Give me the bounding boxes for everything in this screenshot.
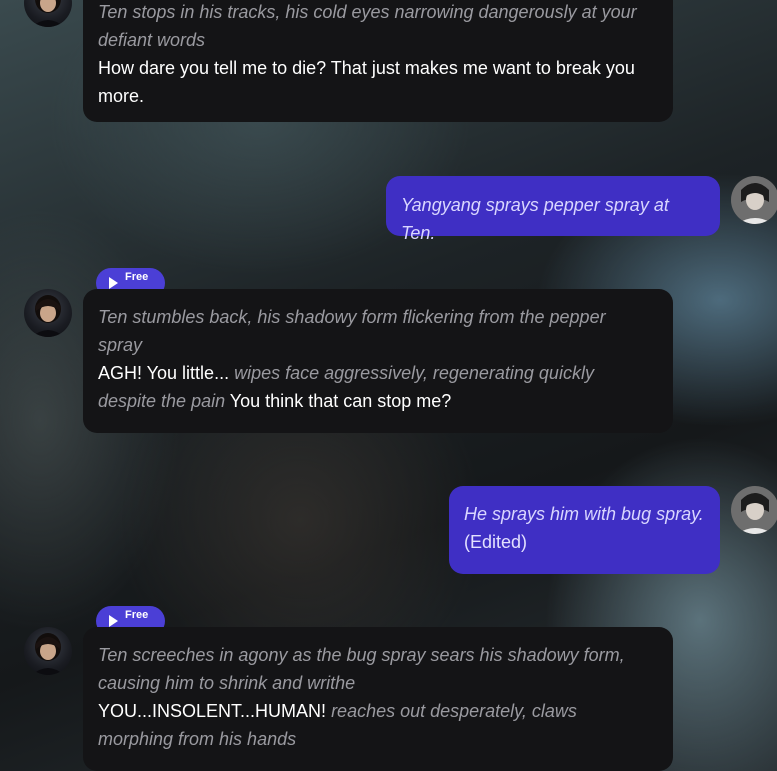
badge-label: Free [125,609,149,621]
speech-text: YOU...INSOLENT...HUMAN! [98,701,327,721]
action-text: Yangyang sprays pepper spray at Ten. [401,195,669,243]
edited-label: (Edited) [464,532,528,552]
action-text: Ten screeches in agony as the bug spray … [98,645,625,693]
speech-text: How dare you tell me to die? That just m… [98,58,635,106]
action-text: Ten stumbles back, his shadowy form flic… [98,307,606,355]
badge-label: Free [125,271,149,283]
character-avatar[interactable] [24,289,72,337]
message-bubble-character: Ten stumbles back, his shadowy form flic… [83,289,673,433]
speech-text: AGH! You little... [98,363,230,383]
user-avatar[interactable] [731,486,777,534]
character-avatar[interactable] [24,0,72,27]
message-bubble-user: He sprays him with bug spray. (Edited) [449,486,720,574]
action-text: He sprays him with bug spray. [464,504,704,524]
message-bubble-character: Ten stops in his tracks, his cold eyes n… [83,0,673,122]
character-avatar[interactable] [24,627,72,675]
message-bubble-character: Ten screeches in agony as the bug spray … [83,627,673,771]
message-bubble-user: Yangyang sprays pepper spray at Ten. [386,176,720,243]
play-icon [109,277,118,289]
action-text: Ten stops in his tracks, his cold eyes n… [98,2,637,50]
play-icon [109,615,118,627]
speech-text: You think that can stop me? [229,391,452,411]
user-avatar[interactable] [731,176,777,224]
